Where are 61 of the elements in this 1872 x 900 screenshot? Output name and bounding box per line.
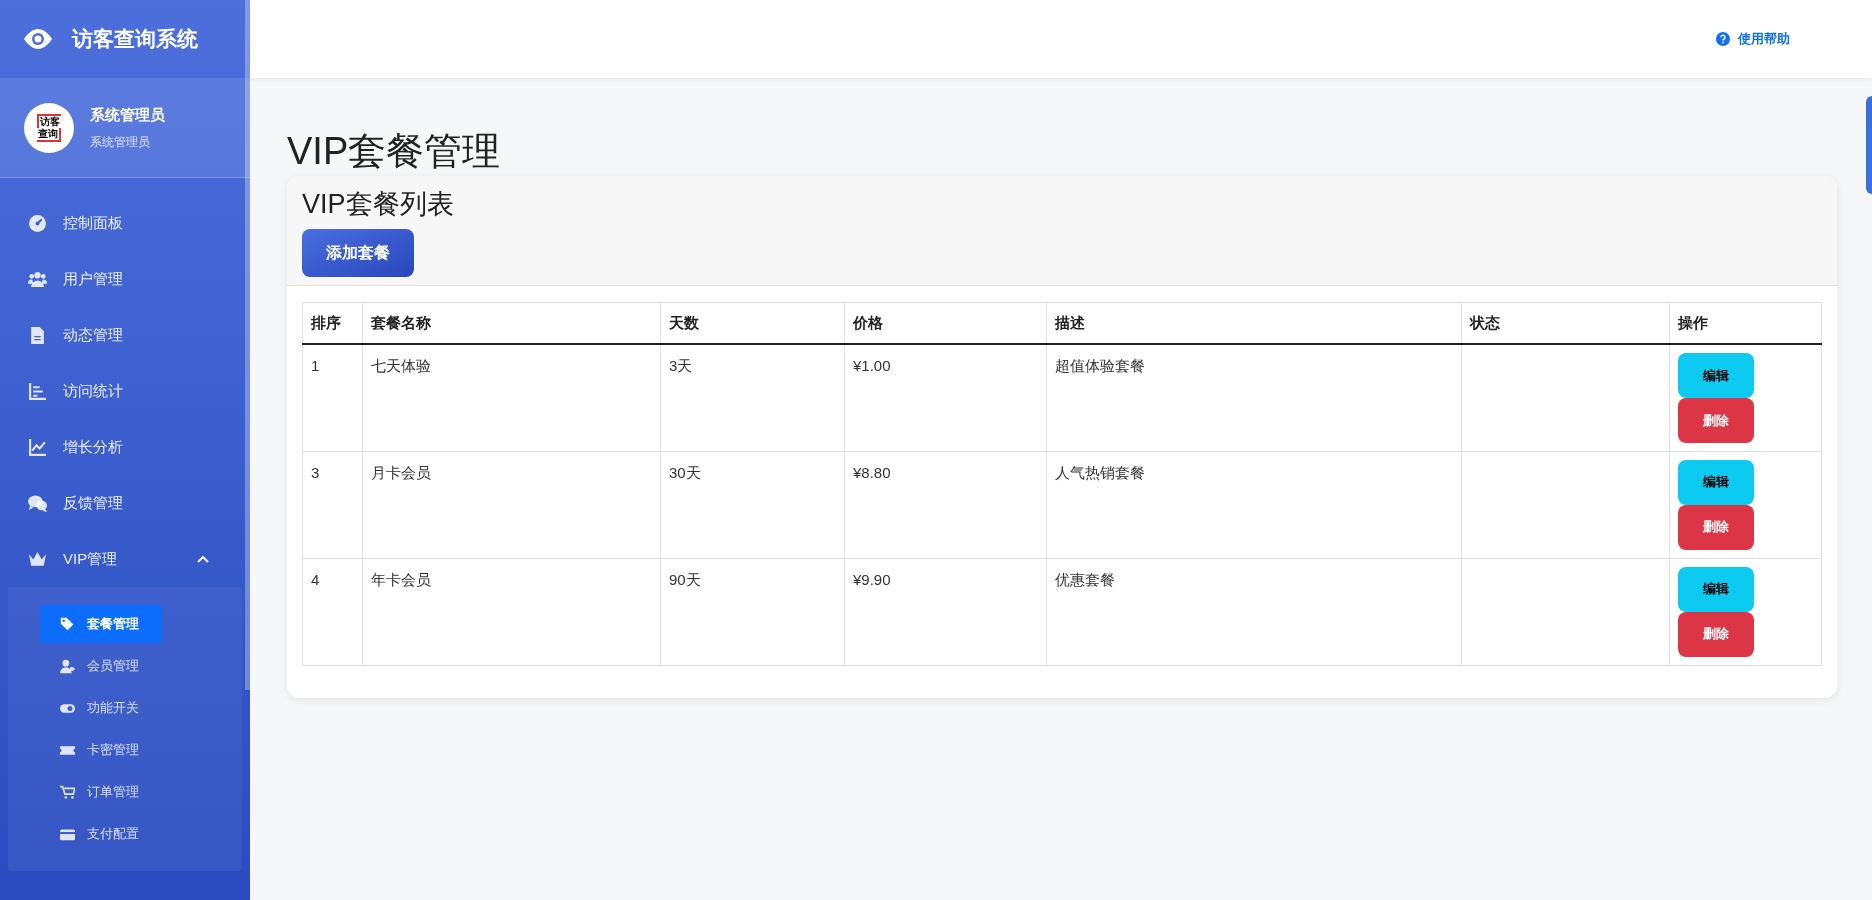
nav-item[interactable]: 动态管理: [0, 307, 250, 363]
chat-bubbles-icon: [28, 493, 47, 513]
eye-icon: [22, 28, 54, 50]
table-cell: 超值体验套餐: [1046, 344, 1462, 451]
user-role: 系统管理员: [90, 133, 151, 151]
table-cell: 3天: [660, 344, 845, 451]
nav-item[interactable]: 增长分析: [0, 419, 250, 475]
user-name: 系统管理员: [90, 105, 165, 126]
delete-button[interactable]: 删除: [1678, 504, 1754, 550]
column-header: 天数: [660, 302, 845, 344]
table-cell: 人气热销套餐: [1046, 451, 1462, 558]
help-icon: [1716, 32, 1730, 46]
delete-button[interactable]: 删除: [1678, 611, 1754, 657]
user-icon: [60, 658, 75, 674]
table-cell: 1: [302, 344, 363, 451]
column-header: 排序: [302, 302, 363, 344]
app-title: 访客查询系统: [72, 26, 198, 53]
nav-item[interactable]: 访问统计: [0, 363, 250, 419]
table-cell: 3: [302, 451, 363, 558]
table-cell: 月卡会员: [362, 451, 661, 558]
crown-icon: [28, 549, 47, 569]
add-package-button[interactable]: 添加套餐: [302, 228, 414, 277]
document-icon: [28, 325, 47, 345]
table-cell: 优惠套餐: [1046, 558, 1462, 665]
column-header: 操作: [1669, 302, 1822, 344]
nav-item[interactable]: 控制面板: [0, 195, 250, 251]
gauge-icon: [28, 213, 47, 233]
table-cell: ¥1.00: [844, 344, 1047, 451]
column-header: 套餐名称: [362, 302, 661, 344]
table-cell: ¥8.80: [844, 451, 1047, 558]
submenu-item[interactable]: 卡密管理: [40, 731, 162, 769]
table-cell: 90天: [660, 558, 845, 665]
submenu-item[interactable]: 会员管理: [40, 647, 162, 685]
submenu-item[interactable]: 订单管理: [40, 773, 162, 811]
bar-chart-icon: [28, 381, 47, 401]
edit-button[interactable]: 编辑: [1678, 459, 1754, 505]
line-chart-icon: [28, 437, 47, 457]
table-cell: 年卡会员: [362, 558, 661, 665]
submenu-item[interactable]: 支付配置: [40, 815, 162, 853]
nav-item[interactable]: 反馈管理: [0, 475, 250, 531]
nav-item[interactable]: 用户管理: [0, 251, 250, 307]
nav-item[interactable]: VIP管理: [0, 531, 250, 587]
edit-button[interactable]: 编辑: [1678, 353, 1754, 398]
delete-button[interactable]: 删除: [1678, 398, 1754, 443]
tag-icon: [60, 616, 75, 632]
edit-button[interactable]: 编辑: [1678, 566, 1754, 612]
column-header: 描述: [1046, 302, 1462, 344]
users-icon: [28, 269, 47, 289]
table-cell: 30天: [660, 451, 845, 558]
table-cell: ¥9.90: [844, 558, 1047, 665]
submenu-item[interactable]: 套餐管理: [40, 605, 162, 643]
column-header: 状态: [1461, 302, 1670, 344]
card-title: VIP套餐列表: [302, 188, 454, 221]
page-title: VIP套餐管理: [287, 129, 502, 174]
avatar: 访客 查询: [24, 102, 74, 153]
table-cell: 七天体验: [362, 344, 661, 451]
submenu-item[interactable]: 功能开关: [40, 689, 162, 727]
table-cell: 4: [302, 558, 363, 665]
help-link[interactable]: 使用帮助: [1716, 29, 1790, 49]
column-header: 价格: [844, 302, 1047, 344]
cart-icon: [60, 784, 75, 800]
